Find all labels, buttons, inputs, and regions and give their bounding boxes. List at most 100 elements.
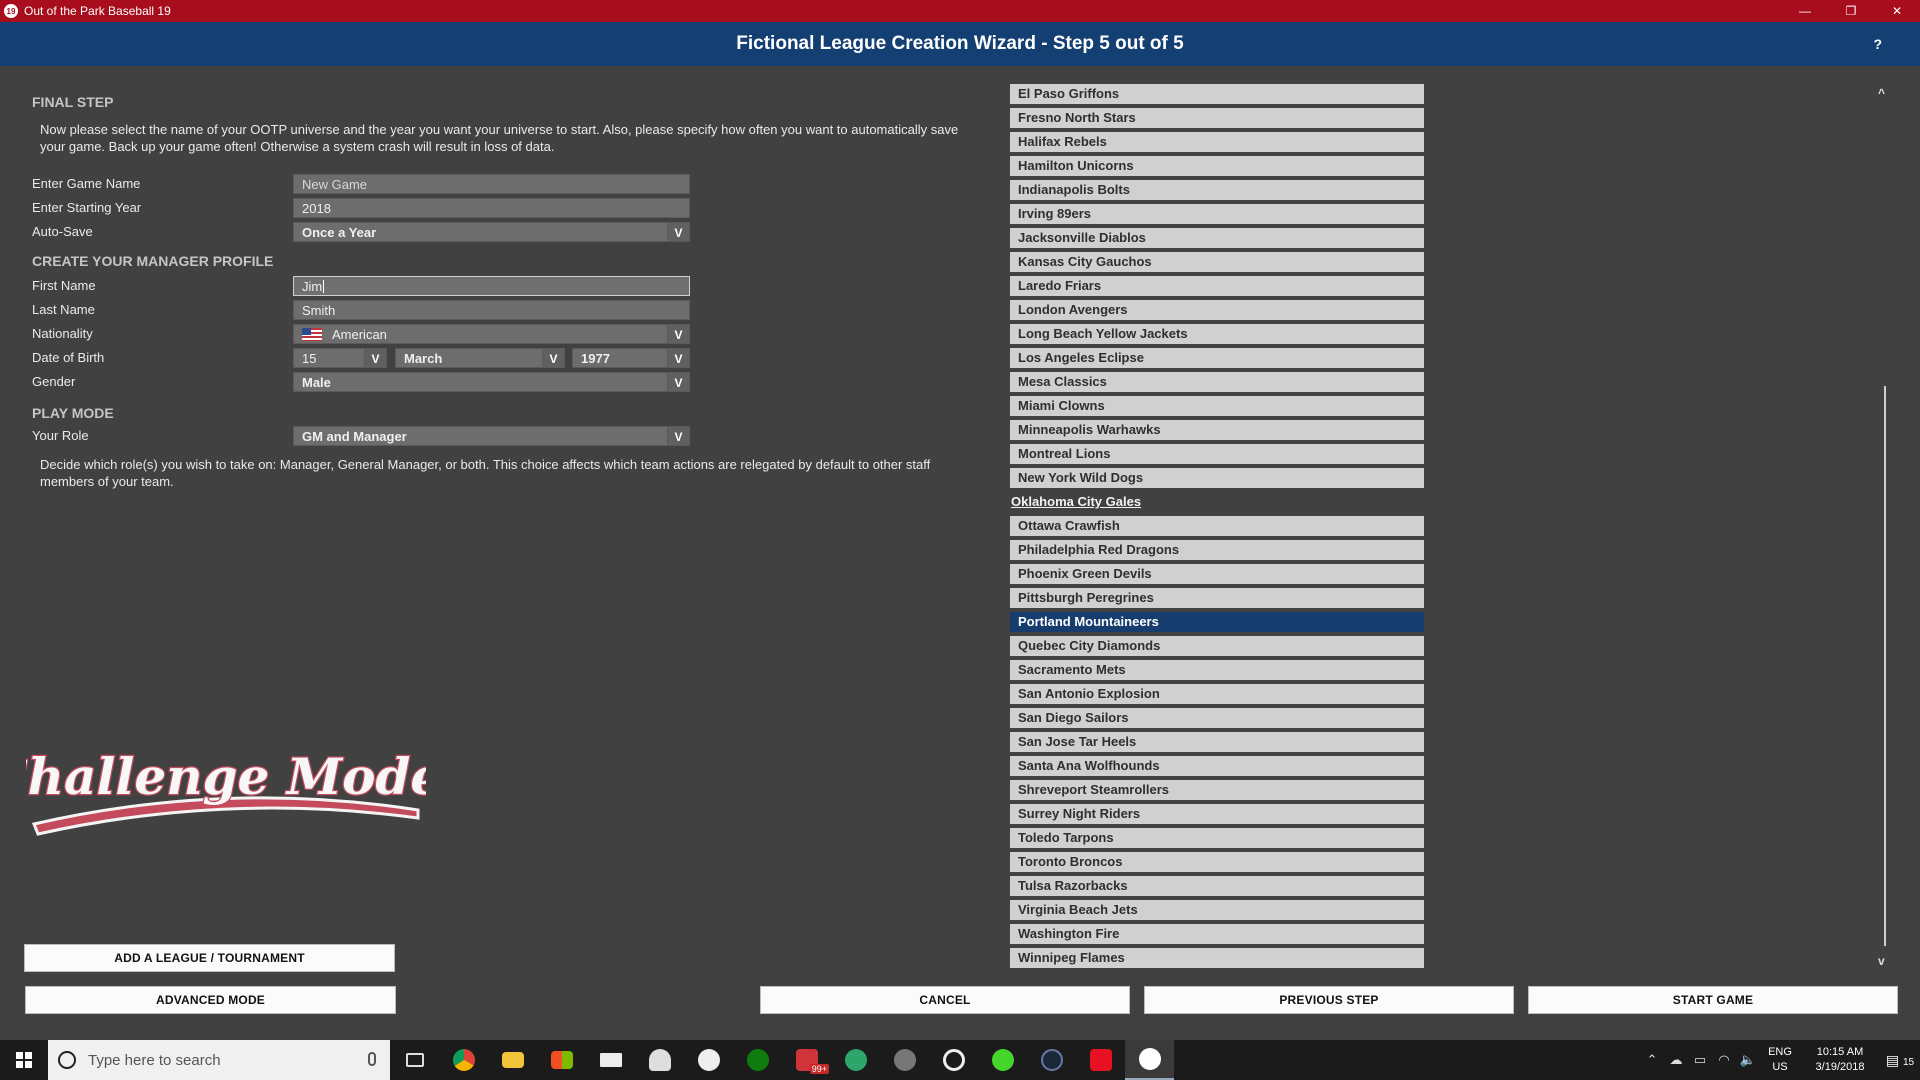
- advanced-mode-button[interactable]: ADVANCED MODE: [25, 986, 396, 1014]
- start-button[interactable]: [0, 1040, 48, 1080]
- chevron-down-icon[interactable]: V: [364, 349, 386, 367]
- chrome-icon[interactable]: [439, 1040, 488, 1080]
- gender-label: Gender: [32, 374, 76, 389]
- gender-dropdown[interactable]: Male V: [293, 372, 690, 392]
- team-list-item[interactable]: Jacksonville Diablos: [1010, 228, 1424, 248]
- start-year-input[interactable]: 2018: [293, 198, 690, 218]
- team-list-item[interactable]: Long Beach Yellow Jackets: [1010, 324, 1424, 344]
- page-title: Fictional League Creation Wizard - Step …: [736, 33, 1184, 54]
- baseball-helmet-icon[interactable]: [635, 1040, 684, 1080]
- taskbar-search[interactable]: Type here to search: [48, 1040, 390, 1080]
- xbox-icon[interactable]: [733, 1040, 782, 1080]
- news-app-icon[interactable]: 99+: [782, 1040, 831, 1080]
- svg-text:Challenge Mode!: Challenge Mode!: [26, 747, 426, 806]
- team-list-item[interactable]: Shreveport Steamrollers: [1010, 780, 1424, 800]
- team-list-item[interactable]: Mesa Classics: [1010, 372, 1424, 392]
- notification-center-icon[interactable]: ▤ 15: [1880, 1052, 1920, 1069]
- steam-icon[interactable]: [1027, 1040, 1076, 1080]
- scroll-up-icon[interactable]: ^: [1878, 86, 1885, 100]
- team-list-item[interactable]: Tulsa Razorbacks: [1010, 876, 1424, 896]
- team-list-item[interactable]: Hamilton Unicorns: [1010, 156, 1424, 176]
- razer-icon[interactable]: [978, 1040, 1027, 1080]
- final-step-title: FINAL STEP: [32, 94, 114, 110]
- cloud-sync-icon[interactable]: ☁: [1664, 1052, 1688, 1068]
- chevron-down-icon[interactable]: V: [667, 373, 689, 391]
- chevron-down-icon[interactable]: V: [667, 427, 689, 445]
- add-league-button[interactable]: ADD A LEAGUE / TOURNAMENT: [24, 944, 395, 972]
- role-dropdown[interactable]: GM and Manager V: [293, 426, 690, 446]
- dob-day-dropdown[interactable]: 15 V: [293, 348, 387, 368]
- team-list-item[interactable]: Kansas City Gauchos: [1010, 252, 1424, 272]
- team-list-item[interactable]: Pittsburgh Peregrines: [1010, 588, 1424, 608]
- file-explorer-icon[interactable]: [488, 1040, 537, 1080]
- minimize-button[interactable]: —: [1782, 0, 1828, 22]
- wolf-app-icon[interactable]: [880, 1040, 929, 1080]
- team-list-item[interactable]: Miami Clowns: [1010, 396, 1424, 416]
- help-button[interactable]: ?: [1873, 36, 1882, 52]
- chevron-down-icon[interactable]: V: [667, 223, 689, 241]
- team-list-item[interactable]: Washington Fire: [1010, 924, 1424, 944]
- chevron-down-icon[interactable]: V: [667, 325, 689, 343]
- team-list-item[interactable]: Phoenix Green Devils: [1010, 564, 1424, 584]
- team-list-item[interactable]: Minneapolis Warhawks: [1010, 420, 1424, 440]
- language-indicator[interactable]: ENG US: [1760, 1045, 1800, 1075]
- ootp-taskbar-icon[interactable]: [1125, 1040, 1174, 1080]
- team-list-item[interactable]: Virginia Beach Jets: [1010, 900, 1424, 920]
- mail-icon[interactable]: [586, 1040, 635, 1080]
- globe-app-icon[interactable]: [831, 1040, 880, 1080]
- team-list-item[interactable]: Quebec City Diamonds: [1010, 636, 1424, 656]
- team-list-item[interactable]: New York Wild Dogs: [1010, 468, 1424, 488]
- dob-year-dropdown[interactable]: 1977 V: [572, 348, 690, 368]
- task-view-icon[interactable]: [390, 1040, 439, 1080]
- taskbar: Type here to search 99+ ⌃ ☁ ▭ ◠ 🔈 ENG US…: [0, 1040, 1920, 1080]
- microphone-icon[interactable]: [368, 1052, 376, 1066]
- team-list-item[interactable]: San Jose Tar Heels: [1010, 732, 1424, 752]
- team-list-item[interactable]: Oklahoma City Gales: [1010, 492, 1424, 512]
- close-button[interactable]: ✕: [1874, 0, 1920, 22]
- team-list-item[interactable]: Winnipeg Flames: [1010, 948, 1424, 968]
- team-list-item[interactable]: Toledo Tarpons: [1010, 828, 1424, 848]
- scrollbar[interactable]: [1884, 386, 1886, 946]
- nationality-value: American: [332, 327, 387, 342]
- team-list-item[interactable]: Fresno North Stars: [1010, 108, 1424, 128]
- team-list-item[interactable]: Portland Mountaineers: [1010, 612, 1424, 632]
- chevron-down-icon[interactable]: V: [542, 349, 564, 367]
- team-list-item[interactable]: Halifax Rebels: [1010, 132, 1424, 152]
- team-list-item[interactable]: Los Angeles Eclipse: [1010, 348, 1424, 368]
- team-list-item[interactable]: Toronto Broncos: [1010, 852, 1424, 872]
- team-list-item[interactable]: Ottawa Crawfish: [1010, 516, 1424, 536]
- scroll-down-icon[interactable]: v: [1878, 954, 1885, 968]
- wifi-icon[interactable]: ◠: [1712, 1052, 1736, 1068]
- battery-icon[interactable]: ▭: [1688, 1052, 1712, 1068]
- last-name-input[interactable]: Smith: [293, 300, 690, 320]
- clock[interactable]: 10:15 AM 3/19/2018: [1800, 1045, 1880, 1075]
- steelseries-icon[interactable]: [929, 1040, 978, 1080]
- first-name-input[interactable]: Jim: [293, 276, 690, 296]
- team-list-item[interactable]: San Diego Sailors: [1010, 708, 1424, 728]
- team-list-item[interactable]: Philadelphia Red Dragons: [1010, 540, 1424, 560]
- team-list-item[interactable]: Indianapolis Bolts: [1010, 180, 1424, 200]
- start-game-button[interactable]: START GAME: [1528, 986, 1898, 1014]
- previous-step-button[interactable]: PREVIOUS STEP: [1144, 986, 1514, 1014]
- q-app-icon[interactable]: [1076, 1040, 1125, 1080]
- team-list-item[interactable]: Laredo Friars: [1010, 276, 1424, 296]
- volume-icon[interactable]: 🔈: [1736, 1052, 1760, 1068]
- chevron-up-icon[interactable]: ⌃: [1640, 1052, 1664, 1068]
- restore-button[interactable]: ❐: [1828, 0, 1874, 22]
- team-list-item[interactable]: El Paso Griffons: [1010, 84, 1424, 104]
- team-list-item[interactable]: Surrey Night Riders: [1010, 804, 1424, 824]
- dob-month-dropdown[interactable]: March V: [395, 348, 565, 368]
- team-list-item[interactable]: Irving 89ers: [1010, 204, 1424, 224]
- team-list-item[interactable]: Santa Ana Wolfhounds: [1010, 756, 1424, 776]
- team-list-item[interactable]: London Avengers: [1010, 300, 1424, 320]
- cancel-button[interactable]: CANCEL: [760, 986, 1130, 1014]
- chevron-down-icon[interactable]: V: [667, 349, 689, 367]
- game-name-input[interactable]: New Game: [293, 174, 690, 194]
- vector-app-icon[interactable]: [684, 1040, 733, 1080]
- team-list-item[interactable]: San Antonio Explosion: [1010, 684, 1424, 704]
- store-icon[interactable]: [537, 1040, 586, 1080]
- team-list-item[interactable]: Sacramento Mets: [1010, 660, 1424, 680]
- nationality-dropdown[interactable]: American V: [293, 324, 690, 344]
- autosave-dropdown[interactable]: Once a Year V: [293, 222, 690, 242]
- team-list-item[interactable]: Montreal Lions: [1010, 444, 1424, 464]
